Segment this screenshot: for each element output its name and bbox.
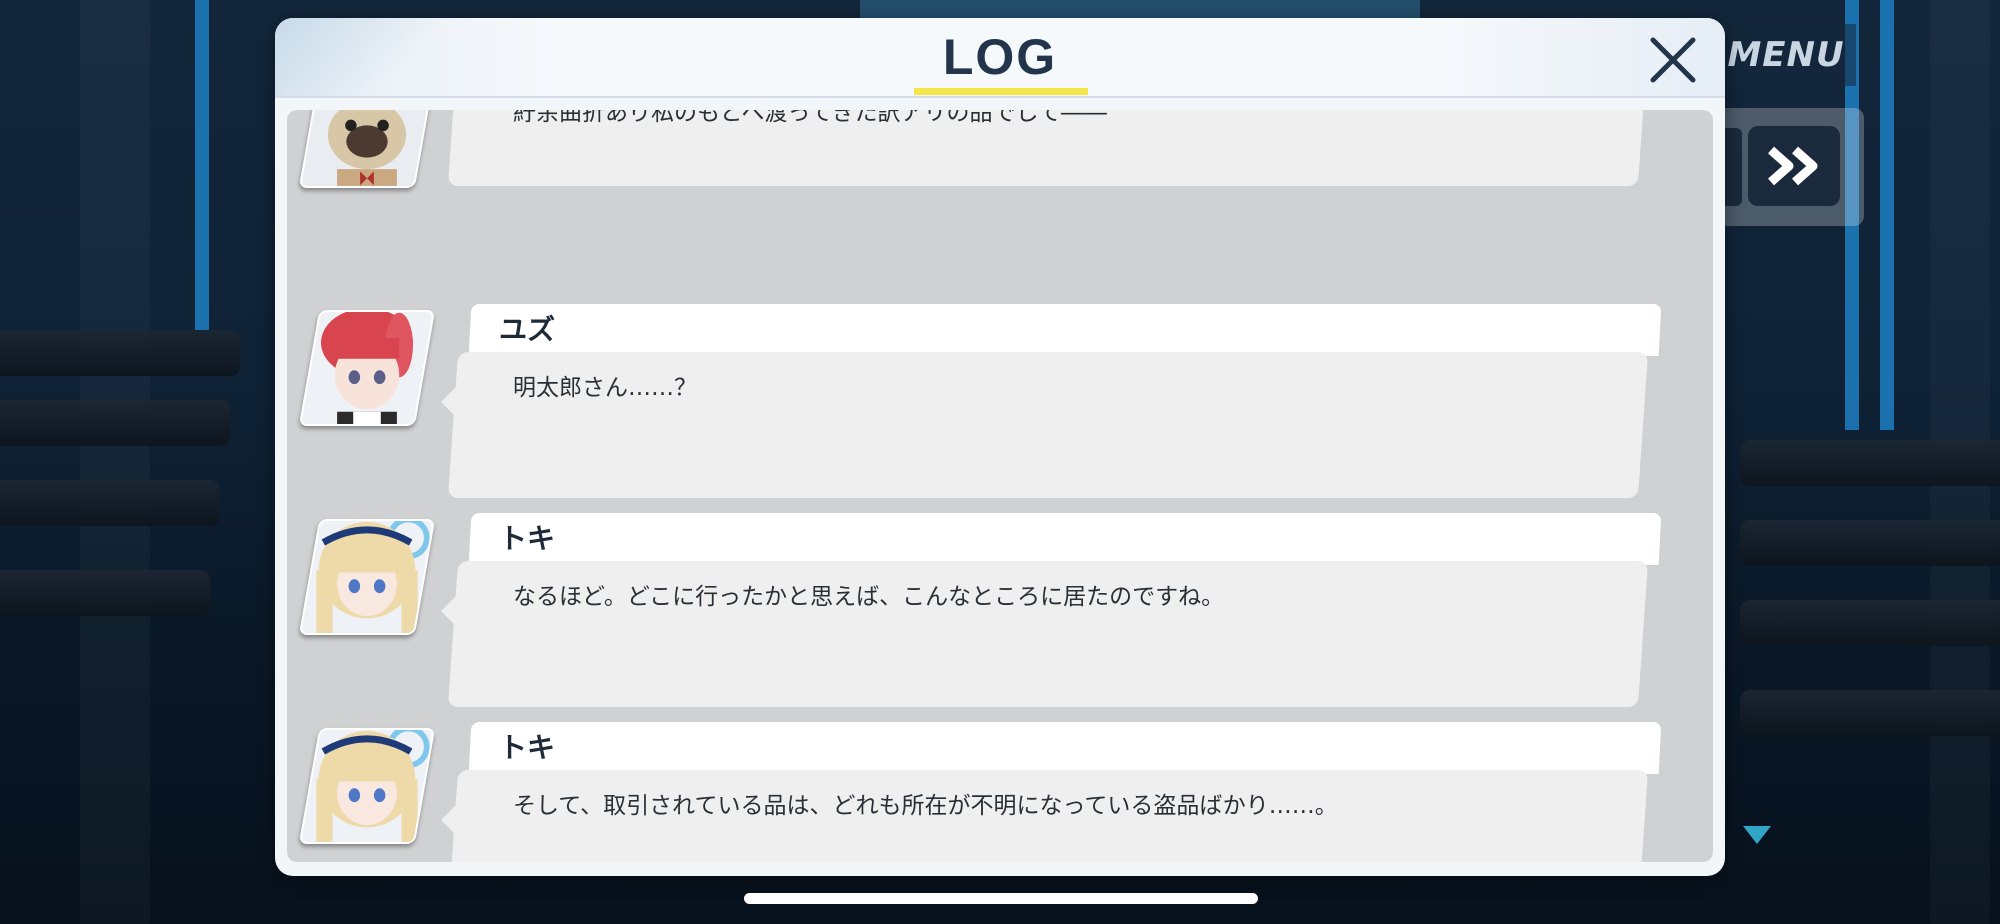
speaker-name-tab: [468, 304, 1662, 356]
speaker-name: トキ: [499, 522, 556, 555]
menu-button-label: MENU: [1727, 35, 1845, 75]
wall-light-stripe: [1880, 0, 1894, 430]
toki-avatar[interactable]: [298, 519, 436, 635]
log-panel: LOG 紆余曲折あり私のもとへ渡ってきた訳アリの品でして―― ユズ 明太郎さん……: [275, 18, 1725, 876]
triangle-down-icon: [1743, 826, 1771, 844]
seat-row: [1740, 690, 2000, 736]
log-entry: トキ そして、取引されている品は、どれも所在が不明になっている盗品ばかり……。: [287, 722, 1713, 862]
seat-row: [1740, 520, 2000, 566]
message-text: なるほど。どこに行ったかと思えば、こんなところに居たのですね。: [513, 584, 1225, 610]
home-indicator[interactable]: [744, 893, 1258, 904]
screen-glow: [860, 0, 1420, 18]
menu-button[interactable]: MENU: [1716, 24, 1856, 86]
toki-avatar[interactable]: [298, 728, 436, 844]
log-entry: トキ なるほど。どこに行ったかと思えば、こんなところに居たのですね。: [287, 513, 1713, 713]
seat-row: [1740, 600, 2000, 646]
log-entry: ブラックマーケットで抗争の火種となってから、 紆余曲折あり私のもとへ渡ってきた訳…: [287, 110, 1713, 192]
skip-button[interactable]: [1748, 126, 1840, 206]
speaker-name-tab: [468, 722, 1662, 774]
seat-row: [0, 400, 230, 446]
title-underline: [914, 88, 1088, 95]
close-button[interactable]: [1643, 30, 1703, 90]
log-list[interactable]: ブラックマーケットで抗争の火種となってから、 紆余曲折あり私のもとへ渡ってきた訳…: [287, 110, 1713, 862]
speaker-name: トキ: [499, 731, 556, 764]
message-text: ブラックマーケットで抗争の火種となってから、 紆余曲折あり私のもとへ渡ってきた訳…: [513, 110, 1107, 126]
seat-row: [0, 330, 240, 376]
fast-forward-icon: [1768, 146, 1818, 186]
seat-row: [0, 570, 210, 616]
speaker-name: ユズ: [499, 313, 556, 346]
log-panel-header: LOG: [275, 18, 1725, 98]
wall-panel: [80, 0, 150, 924]
speaker-name-tab: [468, 513, 1662, 565]
seat-row: [0, 480, 220, 526]
pug-character-avatar[interactable]: [298, 110, 436, 188]
close-icon: [1650, 37, 1696, 83]
message-text: 明太郎さん……？: [513, 375, 697, 401]
wall-light-stripe: [195, 0, 209, 330]
page-title: LOG: [942, 29, 1058, 85]
yuzu-avatar[interactable]: [298, 310, 436, 426]
message-text: そして、取引されている品は、どれも所在が不明になっている盗品ばかり……。: [513, 793, 1338, 819]
seat-row: [1740, 440, 2000, 486]
log-entry: ユズ 明太郎さん……？: [287, 304, 1713, 504]
